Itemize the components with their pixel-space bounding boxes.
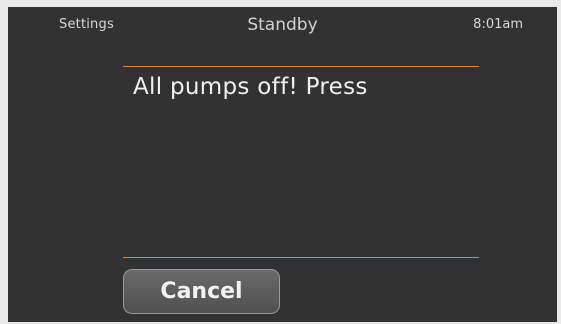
bottom-divider xyxy=(123,257,479,258)
standby-message: All pumps off! Press xyxy=(133,74,368,100)
cancel-button[interactable]: Cancel xyxy=(123,269,280,314)
clock: 8:01am xyxy=(473,17,523,32)
status-bar: Settings Standby 8:01am xyxy=(8,7,557,47)
device-screen: Settings Standby 8:01am All pumps off! P… xyxy=(8,7,557,322)
cancel-button-label: Cancel xyxy=(160,279,243,304)
top-divider xyxy=(123,66,479,67)
